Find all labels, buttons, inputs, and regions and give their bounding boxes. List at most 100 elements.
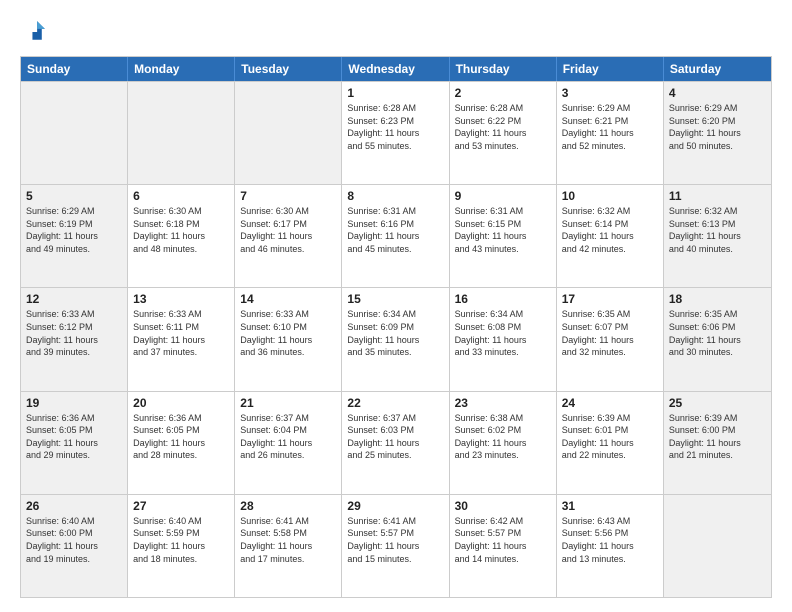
- day-info: Sunrise: 6:29 AMSunset: 6:21 PMDaylight:…: [562, 102, 658, 152]
- day-number: 23: [455, 396, 551, 410]
- day-number: 5: [26, 189, 122, 203]
- calendar-week-4: 19Sunrise: 6:36 AMSunset: 6:05 PMDayligh…: [21, 391, 771, 494]
- day-info: Sunrise: 6:36 AMSunset: 6:05 PMDaylight:…: [133, 412, 229, 462]
- day-info: Sunrise: 6:31 AMSunset: 6:15 PMDaylight:…: [455, 205, 551, 255]
- day-number: 9: [455, 189, 551, 203]
- day-info: Sunrise: 6:33 AMSunset: 6:10 PMDaylight:…: [240, 308, 336, 358]
- day-info: Sunrise: 6:34 AMSunset: 6:08 PMDaylight:…: [455, 308, 551, 358]
- day-info: Sunrise: 6:41 AMSunset: 5:58 PMDaylight:…: [240, 515, 336, 565]
- calendar-header-thursday: Thursday: [450, 57, 557, 81]
- calendar-header-sunday: Sunday: [21, 57, 128, 81]
- day-info: Sunrise: 6:35 AMSunset: 6:06 PMDaylight:…: [669, 308, 766, 358]
- calendar-cell: 30 Sunrise: 6:42 AMSunset: 5:57 PMDayligh…: [450, 495, 557, 597]
- calendar-cell: 28 Sunrise: 6:41 AMSunset: 5:58 PMDayligh…: [235, 495, 342, 597]
- day-info: Sunrise: 6:43 AMSunset: 5:56 PMDaylight:…: [562, 515, 658, 565]
- calendar-cell: 5 Sunrise: 6:29 AMSunset: 6:19 PMDaylight…: [21, 185, 128, 287]
- day-info: Sunrise: 6:28 AMSunset: 6:22 PMDaylight:…: [455, 102, 551, 152]
- calendar-cell: [21, 82, 128, 184]
- day-info: Sunrise: 6:37 AMSunset: 6:04 PMDaylight:…: [240, 412, 336, 462]
- day-number: 22: [347, 396, 443, 410]
- calendar-cell: 25 Sunrise: 6:39 AMSunset: 6:00 PMDayligh…: [664, 392, 771, 494]
- day-info: Sunrise: 6:29 AMSunset: 6:19 PMDaylight:…: [26, 205, 122, 255]
- calendar-cell: [128, 82, 235, 184]
- calendar-cell: [235, 82, 342, 184]
- calendar-cell: 13Sunrise: 6:33 AMSunset: 6:11 PMDayligh…: [128, 288, 235, 390]
- page: SundayMondayTuesdayWednesdayThursdayFrid…: [0, 0, 792, 612]
- calendar-cell: 18 Sunrise: 6:35 AMSunset: 6:06 PMDayligh…: [664, 288, 771, 390]
- calendar-cell: 24 Sunrise: 6:39 AMSunset: 6:01 PMDayligh…: [557, 392, 664, 494]
- calendar-cell: 4Sunrise: 6:29 AMSunset: 6:20 PMDaylight…: [664, 82, 771, 184]
- day-info: Sunrise: 6:30 AMSunset: 6:18 PMDaylight:…: [133, 205, 229, 255]
- day-info: Sunrise: 6:40 AMSunset: 5:59 PMDaylight:…: [133, 515, 229, 565]
- calendar-cell: 6 Sunrise: 6:30 AMSunset: 6:18 PMDaylight…: [128, 185, 235, 287]
- calendar-header-friday: Friday: [557, 57, 664, 81]
- day-info: Sunrise: 6:29 AMSunset: 6:20 PMDaylight:…: [669, 102, 766, 152]
- calendar-week-2: 5 Sunrise: 6:29 AMSunset: 6:19 PMDaylight…: [21, 184, 771, 287]
- day-info: Sunrise: 6:32 AMSunset: 6:13 PMDaylight:…: [669, 205, 766, 255]
- calendar-cell: 27 Sunrise: 6:40 AMSunset: 5:59 PMDayligh…: [128, 495, 235, 597]
- day-number: 31: [562, 499, 658, 513]
- logo-icon: [20, 18, 48, 46]
- day-info: Sunrise: 6:30 AMSunset: 6:17 PMDaylight:…: [240, 205, 336, 255]
- day-number: 27: [133, 499, 229, 513]
- calendar-cell: 14 Sunrise: 6:33 AMSunset: 6:10 PMDayligh…: [235, 288, 342, 390]
- day-number: 30: [455, 499, 551, 513]
- day-number: 8: [347, 189, 443, 203]
- day-info: Sunrise: 6:31 AMSunset: 6:16 PMDaylight:…: [347, 205, 443, 255]
- calendar-week-1: 1 Sunrise: 6:28 AMSunset: 6:23 PMDaylight…: [21, 81, 771, 184]
- logo: [20, 18, 52, 46]
- calendar-cell: 3 Sunrise: 6:29 AMSunset: 6:21 PMDaylight…: [557, 82, 664, 184]
- calendar-cell: 22 Sunrise: 6:37 AMSunset: 6:03 PMDayligh…: [342, 392, 449, 494]
- day-number: 6: [133, 189, 229, 203]
- calendar-cell: 17 Sunrise: 6:35 AMSunset: 6:07 PMDayligh…: [557, 288, 664, 390]
- calendar-cell: 23 Sunrise: 6:38 AMSunset: 6:02 PMDayligh…: [450, 392, 557, 494]
- calendar-week-3: 12 Sunrise: 6:33 AMSunset: 6:12 PMDayligh…: [21, 287, 771, 390]
- day-number: 1: [347, 86, 443, 100]
- calendar-cell: 26Sunrise: 6:40 AMSunset: 6:00 PMDayligh…: [21, 495, 128, 597]
- calendar-header-tuesday: Tuesday: [235, 57, 342, 81]
- day-info: Sunrise: 6:39 AMSunset: 6:01 PMDaylight:…: [562, 412, 658, 462]
- day-number: 11: [669, 189, 766, 203]
- day-number: 26: [26, 499, 122, 513]
- day-number: 24: [562, 396, 658, 410]
- calendar-cell: 10 Sunrise: 6:32 AMSunset: 6:14 PMDayligh…: [557, 185, 664, 287]
- day-info: Sunrise: 6:37 AMSunset: 6:03 PMDaylight:…: [347, 412, 443, 462]
- day-number: 17: [562, 292, 658, 306]
- calendar-cell: 12 Sunrise: 6:33 AMSunset: 6:12 PMDayligh…: [21, 288, 128, 390]
- day-number: 7: [240, 189, 336, 203]
- calendar-header-wednesday: Wednesday: [342, 57, 449, 81]
- day-info: Sunrise: 6:35 AMSunset: 6:07 PMDaylight:…: [562, 308, 658, 358]
- day-info: Sunrise: 6:33 AMSunset: 6:12 PMDaylight:…: [26, 308, 122, 358]
- calendar-cell: 9 Sunrise: 6:31 AMSunset: 6:15 PMDaylight…: [450, 185, 557, 287]
- day-number: 21: [240, 396, 336, 410]
- day-number: 14: [240, 292, 336, 306]
- day-number: 10: [562, 189, 658, 203]
- day-info: Sunrise: 6:36 AMSunset: 6:05 PMDaylight:…: [26, 412, 122, 462]
- day-number: 3: [562, 86, 658, 100]
- day-info: Sunrise: 6:34 AMSunset: 6:09 PMDaylight:…: [347, 308, 443, 358]
- day-number: 15: [347, 292, 443, 306]
- day-number: 12: [26, 292, 122, 306]
- day-info: Sunrise: 6:39 AMSunset: 6:00 PMDaylight:…: [669, 412, 766, 462]
- calendar-cell: 7 Sunrise: 6:30 AMSunset: 6:17 PMDaylight…: [235, 185, 342, 287]
- calendar-header: SundayMondayTuesdayWednesdayThursdayFrid…: [21, 57, 771, 81]
- calendar-cell: [664, 495, 771, 597]
- day-number: 16: [455, 292, 551, 306]
- day-number: 28: [240, 499, 336, 513]
- calendar-cell: 29Sunrise: 6:41 AMSunset: 5:57 PMDayligh…: [342, 495, 449, 597]
- day-number: 18: [669, 292, 766, 306]
- calendar-cell: 15 Sunrise: 6:34 AMSunset: 6:09 PMDayligh…: [342, 288, 449, 390]
- day-info: Sunrise: 6:41 AMSunset: 5:57 PMDaylight:…: [347, 515, 443, 565]
- calendar-cell: 16 Sunrise: 6:34 AMSunset: 6:08 PMDayligh…: [450, 288, 557, 390]
- calendar-cell: 11 Sunrise: 6:32 AMSunset: 6:13 PMDayligh…: [664, 185, 771, 287]
- day-info: Sunrise: 6:28 AMSunset: 6:23 PMDaylight:…: [347, 102, 443, 152]
- calendar-cell: 2 Sunrise: 6:28 AMSunset: 6:22 PMDaylight…: [450, 82, 557, 184]
- day-number: 25: [669, 396, 766, 410]
- day-info: Sunrise: 6:42 AMSunset: 5:57 PMDaylight:…: [455, 515, 551, 565]
- calendar-cell: 31 Sunrise: 6:43 AMSunset: 5:56 PMDayligh…: [557, 495, 664, 597]
- day-info: Sunrise: 6:32 AMSunset: 6:14 PMDaylight:…: [562, 205, 658, 255]
- calendar-header-saturday: Saturday: [664, 57, 771, 81]
- day-number: 20: [133, 396, 229, 410]
- day-info: Sunrise: 6:38 AMSunset: 6:02 PMDaylight:…: [455, 412, 551, 462]
- day-number: 2: [455, 86, 551, 100]
